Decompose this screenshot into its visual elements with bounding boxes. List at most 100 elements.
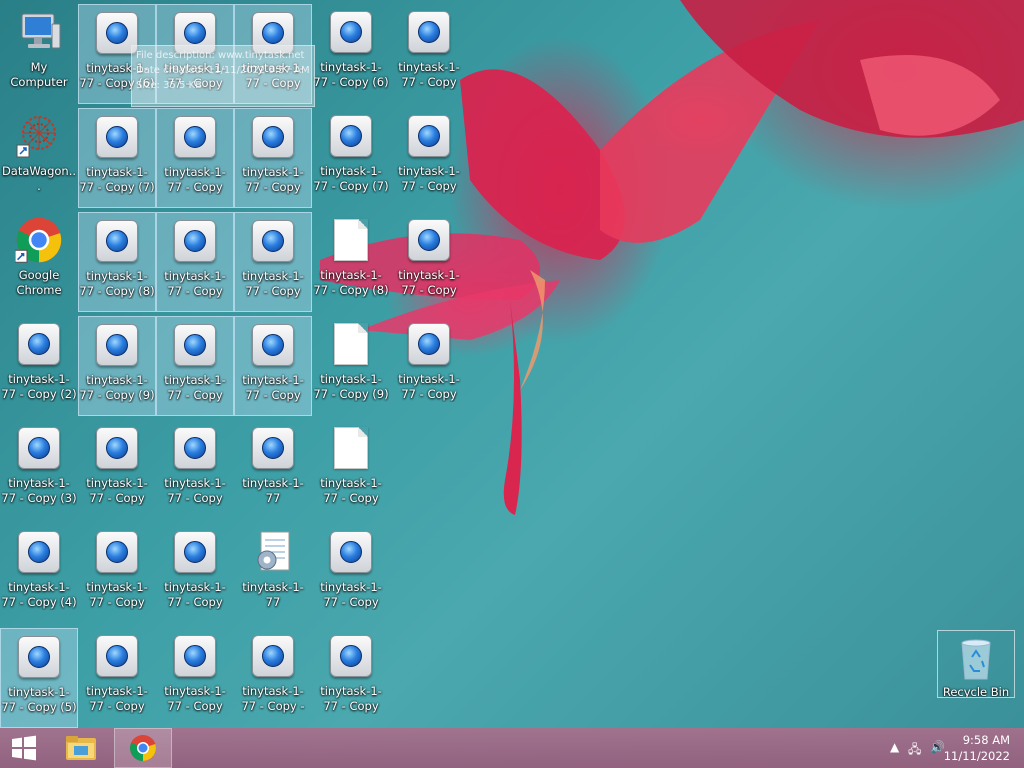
desktop-icon-tinytask-1-77-copy-14[interactable]: tinytask-1-77 - Copy (14)... <box>312 524 390 624</box>
icon-image <box>405 8 453 56</box>
desktop-icon-tinytask-1-77-copy-11[interactable]: tinytask-1-77 - Copy (11) <box>78 524 156 624</box>
desktop-icon-tinytask-1-77-copy-13[interactable]: tinytask-1-77 - Copy (13)... <box>312 420 390 520</box>
desktop-icon-tinytask-1-77-copy-5[interactable]: tinytask-1-77 - Copy (5) <box>0 628 78 728</box>
desktop-icon-tinytask-1-77-copy-21[interactable]: tinytask-1-77 - Copy (21) <box>234 108 312 208</box>
icon-image <box>952 635 1000 681</box>
file-explorer-button[interactable] <box>56 728 106 768</box>
icon-image <box>171 424 219 472</box>
icon-image <box>171 321 219 369</box>
desktop-icon-tinytask-1-77-copy-16[interactable]: tinytask-1-77 - Copy (16) <box>156 316 234 416</box>
desktop-icon-tinytask-1-77-copy-3[interactable]: tinytask-1-77 - Copy (3) <box>0 420 78 520</box>
blank-document-icon <box>334 323 368 365</box>
tinytask-app-icon <box>252 116 294 158</box>
tinytask-app-icon <box>96 427 138 469</box>
icon-label: tinytask-1-77 - Copy (13)... <box>320 476 382 505</box>
volume-icon[interactable]: 🔊 <box>930 740 945 754</box>
icon-image <box>15 112 63 160</box>
icon-image <box>15 320 63 368</box>
desktop-icon-tinytask-1-77-copy-20[interactable]: tinytask-1-77 - Copy (20)... <box>390 108 468 208</box>
icon-label: tinytask-1-77 - Copy (7) <box>79 165 155 194</box>
clock[interactable]: 9:58 AM 11/11/2022 <box>944 732 1010 764</box>
icon-label: tinytask-1-77 - Copy (8) <box>79 269 155 298</box>
desktop-icon-tinytask-1-77-copy-17[interactable]: tinytask-1-77 - Copy (17) <box>156 420 234 520</box>
chrome-taskbar-button[interactable] <box>114 728 172 768</box>
icon-image <box>93 217 141 265</box>
tinytask-app-icon <box>174 531 216 573</box>
icon-label: tinytask-1-77 - Copy (11) <box>86 580 148 609</box>
icon-label: tinytask-1-77 - Copy (5) <box>1 685 77 714</box>
desktop-icon-tinytask-1-77-copy-10[interactable]: tinytask-1-77 - Copy (10) <box>78 420 156 520</box>
desktop-icon-tinytask-1-77-copy-15[interactable]: tinytask-1-77 - Copy (15) <box>156 212 234 312</box>
icon-image <box>249 113 297 161</box>
desktop-icon-tinytask-1-77-copy-21[interactable]: tinytask-1-77 - Copy (21)... <box>390 212 468 312</box>
tinytask-app-icon <box>252 324 294 366</box>
icon-image <box>249 217 297 265</box>
tinytask-app-icon <box>96 324 138 366</box>
tinytask-app-icon <box>96 220 138 262</box>
computer-icon <box>21 13 61 49</box>
icon-image <box>405 320 453 368</box>
config-file-icon <box>257 531 290 571</box>
icon-label: tinytask-1-77 - Copy (8) ... <box>313 268 389 297</box>
blank-document-icon <box>334 219 368 261</box>
desktop-icon-tinytask-1-77-copy-19[interactable]: tinytask-1-77 - Copy (19) <box>156 628 234 728</box>
desktop-icon-datawagon[interactable]: DataWagon... <box>0 108 78 208</box>
tinytask-app-icon <box>252 220 294 262</box>
desktop-icon-tinytask-1-77-copy-15[interactable]: tinytask-1-77 - Copy (15)... <box>312 628 390 728</box>
desktop-icon-tinytask-1-77-copy[interactable]: tinytask-1-77 - Copy <box>234 316 312 416</box>
icon-image <box>171 113 219 161</box>
desktop-icon-tinytask-1-77-copy-4[interactable]: tinytask-1-77 - Copy (4) <box>0 524 78 624</box>
desktop-icon-tinytask-1-77-copy-c[interactable]: tinytask-1-77 - Copy - C... <box>234 628 312 728</box>
network-icon[interactable]: 🖧 <box>908 740 921 761</box>
folder-icon <box>66 736 96 760</box>
desktop-icon-tinytask-1-77[interactable]: tinytask-1-77 <box>234 524 312 624</box>
tooltip-description: File description: www.tinytask.net <box>136 50 305 61</box>
icon-image <box>327 8 375 56</box>
desktop[interactable]: My Computer DataWagon... Google Chrome tiny… <box>0 0 1024 728</box>
start-button[interactable] <box>0 728 48 768</box>
desktop-icon-tinytask-1-77-copy-12[interactable]: tinytask-1-77 - Copy (12) <box>78 628 156 728</box>
icon-image <box>171 632 219 680</box>
show-hidden-icons-icon[interactable]: ▲ <box>890 740 899 754</box>
desktop-icon-tinytask-1-77-copy-8[interactable]: tinytask-1-77 - Copy (8) <box>78 212 156 312</box>
desktop-icon-recycle-bin[interactable]: Recycle Bin <box>937 630 1015 698</box>
desktop-icon-tinytask-1-77-copy-9[interactable]: tinytask-1-77 - Copy (9) <box>78 316 156 416</box>
desktop-icon-tinytask-1-77-copy-7[interactable]: tinytask-1-77 - Copy (7) <box>78 108 156 208</box>
icon-image <box>15 424 63 472</box>
desktop-icon-tinytask-1-77-copy-18[interactable]: tinytask-1-77 - Copy (18) <box>156 524 234 624</box>
desktop-icon-tinytask-1-77-copy-16[interactable]: tinytask-1-77 - Copy (16)... <box>390 4 468 104</box>
tooltip-date: Date created: 11/11/2022 9:57 AM <box>136 65 310 76</box>
desktop-icon-tinytask-1-77-copy-9[interactable]: tinytask-1-77 - Copy (9) ... <box>312 316 390 416</box>
desktop-icon-tinytask-1-77-copy-6[interactable]: tinytask-1-77 - Copy (6) ... <box>312 4 390 104</box>
desktop-icon-tinytask-1-77[interactable]: tinytask-1-77 <box>234 420 312 520</box>
desktop-icon-tinytask-1-77-copy-22[interactable]: tinytask-1-77 - Copy (22) <box>234 212 312 312</box>
tinytask-app-icon <box>18 427 60 469</box>
desktop-icon-tinytask-1-77-copy-14[interactable]: tinytask-1-77 - Copy (14) <box>156 108 234 208</box>
tinytask-app-icon <box>96 531 138 573</box>
icon-image <box>249 528 297 576</box>
icon-label: DataWagon... <box>1 164 77 193</box>
taskbar: ▲ 🖧 🔊 9:58 AM 11/11/2022 <box>0 728 1024 768</box>
desktop-icon-my-computer[interactable]: My Computer <box>0 4 78 104</box>
desktop-icon-tinytask-1-77-copy-8[interactable]: tinytask-1-77 - Copy (8) ... <box>312 212 390 312</box>
icon-image <box>15 528 63 576</box>
desktop-icon-google-chrome[interactable]: Google Chrome <box>0 212 78 312</box>
icon-image <box>327 112 375 160</box>
desktop-icon-tinytask-1-77-copy-2[interactable]: tinytask-1-77 - Copy (2) <box>0 316 78 416</box>
icon-label: tinytask-1-77 <box>242 476 304 505</box>
desktop-icon-tinytask-1-77-copy-22[interactable]: tinytask-1-77 - Copy (22)... <box>390 316 468 416</box>
icon-label: tinytask-1-77 - Copy (14)... <box>320 580 382 609</box>
tooltip-size: Size: 35.5 KB <box>136 80 202 91</box>
tinytask-app-icon <box>252 635 294 677</box>
icon-label: Recycle Bin <box>942 685 1010 697</box>
icon-label: tinytask-1-77 - Copy (17) <box>164 476 226 505</box>
icon-image <box>249 321 297 369</box>
icon-image <box>327 528 375 576</box>
tinytask-app-icon <box>408 219 450 261</box>
desktop-icon-tinytask-1-77-copy-7[interactable]: tinytask-1-77 - Copy (7) ... <box>312 108 390 208</box>
icon-label: tinytask-1-77 - Copy (4) <box>1 580 77 609</box>
icon-label: tinytask-1-77 - Copy (22) <box>242 269 304 298</box>
tinytask-app-icon <box>174 635 216 677</box>
icon-image <box>93 424 141 472</box>
icon-image <box>171 217 219 265</box>
